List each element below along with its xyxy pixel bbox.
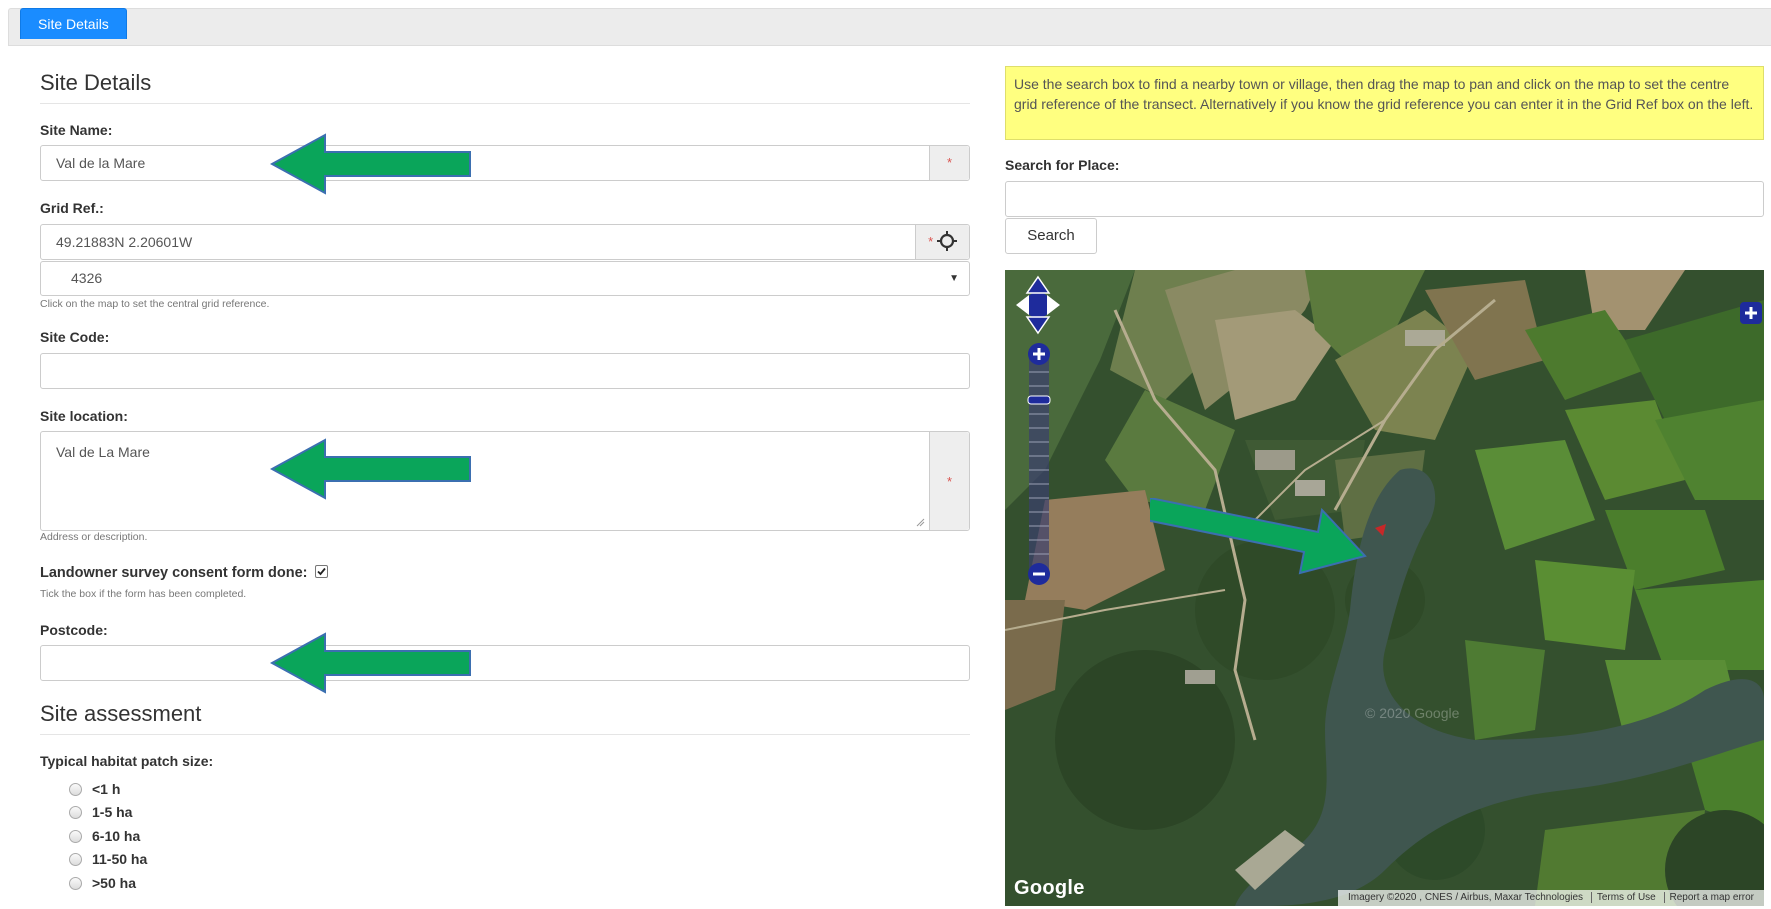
- consent-row: Landowner survey consent form done:: [40, 565, 328, 581]
- radio-button[interactable]: [69, 853, 82, 866]
- zoom-in-icon[interactable]: [1027, 342, 1051, 366]
- consent-help: Tick the box if the form has been comple…: [40, 588, 247, 600]
- zoom-slider[interactable]: [1027, 342, 1051, 585]
- map-attribution: Imagery ©2020 , CNES / Airbus, Maxar Tec…: [1337, 890, 1764, 906]
- section-header-site-assessment: Site assessment: [40, 691, 970, 735]
- zoom-bar: [1027, 354, 1051, 576]
- search-input[interactable]: [1005, 181, 1764, 217]
- map-imagery: © 2020 Google: [1005, 270, 1764, 906]
- site-name-label: Site Name:: [40, 122, 113, 138]
- radio-label: 1-5 ha: [92, 804, 133, 820]
- instructions-notice: Use the search box to find a nearby town…: [1005, 66, 1764, 140]
- radio-option[interactable]: 6-10 ha: [69, 828, 140, 844]
- postcode-label: Postcode:: [40, 622, 108, 638]
- imagery-credit: Imagery ©2020 , CNES / Airbus, Maxar Tec…: [1347, 892, 1584, 903]
- grid-system-value: 4326: [71, 270, 103, 286]
- checkmark-icon: [316, 567, 326, 576]
- site-location-textarea[interactable]: Val de La Mare *: [40, 431, 970, 531]
- satellite-map[interactable]: © 2020 Google Google Imagery ©2020 , CNE…: [1005, 270, 1764, 906]
- site-location-label: Site location:: [40, 408, 128, 424]
- section-divider: [40, 734, 970, 735]
- site-code-input[interactable]: [40, 353, 970, 389]
- section-title: Site Details: [40, 70, 152, 95]
- radio-label: 11-50 ha: [92, 851, 148, 867]
- report-error-link[interactable]: Report a map error: [1663, 892, 1759, 903]
- annotation-arrow: [1150, 498, 1367, 575]
- consent-label: Landowner survey consent form done:: [40, 565, 308, 581]
- annotation-arrow: [270, 133, 471, 195]
- resize-handle-icon[interactable]: [915, 517, 925, 527]
- pan-arrows-icon[interactable]: [1013, 275, 1063, 335]
- radio-option[interactable]: <1 h: [69, 781, 120, 797]
- annotation-arrow: [270, 438, 471, 500]
- radio-label: <1 h: [92, 781, 121, 797]
- radio-button[interactable]: [69, 783, 82, 796]
- required-marker: *: [929, 432, 969, 530]
- radio-label: 6-10 ha: [92, 828, 141, 844]
- radio-button[interactable]: [69, 806, 82, 819]
- search-label: Search for Place:: [1005, 157, 1120, 173]
- radio-option[interactable]: >50 ha: [69, 875, 136, 891]
- required-marker: *: [928, 234, 934, 249]
- section-title: Site assessment: [40, 701, 202, 726]
- grid-system-select[interactable]: 4326 ▼: [40, 261, 970, 296]
- site-code-label: Site Code:: [40, 329, 110, 345]
- google-logo: Google: [1014, 877, 1085, 899]
- grid-ref-label: Grid Ref.:: [40, 200, 104, 216]
- tab-bar: [8, 8, 1771, 46]
- grid-ref-input[interactable]: 49.21883N 2.20601W *: [40, 224, 970, 260]
- tab-site-details[interactable]: Site Details: [20, 8, 127, 39]
- chevron-down-icon: ▼: [949, 273, 959, 284]
- grid-ref-addon: *: [915, 225, 969, 259]
- map-watermark: © 2020 Google: [1365, 705, 1460, 721]
- required-marker: *: [929, 146, 969, 180]
- consent-checkbox[interactable]: [314, 565, 328, 578]
- radio-option[interactable]: 11-50 ha: [69, 851, 147, 867]
- section-divider: [40, 103, 970, 104]
- zoom-out-icon[interactable]: [1027, 562, 1051, 586]
- terms-link[interactable]: Terms of Use: [1590, 892, 1661, 903]
- layer-switcher-icon[interactable]: [1740, 302, 1762, 324]
- site-location-help: Address or description.: [40, 531, 148, 543]
- patch-size-label: Typical habitat patch size:: [40, 753, 214, 769]
- crosshair-icon[interactable]: [936, 231, 957, 251]
- grid-ref-value: 49.21883N 2.20601W: [56, 234, 193, 250]
- site-location-value: Val de La Mare: [56, 444, 150, 460]
- annotation-arrow: [270, 632, 471, 694]
- search-button[interactable]: Search: [1005, 218, 1097, 254]
- postcode-input[interactable]: [40, 645, 970, 681]
- radio-option[interactable]: 1-5 ha: [69, 804, 132, 820]
- grid-ref-help: Click on the map to set the central grid…: [40, 298, 270, 310]
- section-header-site-details: Site Details: [40, 60, 970, 104]
- radio-label: >50 ha: [92, 875, 136, 891]
- radio-button[interactable]: [69, 877, 82, 890]
- site-name-input[interactable]: Val de la Mare *: [40, 145, 970, 181]
- site-name-value: Val de la Mare: [56, 155, 146, 171]
- radio-button[interactable]: [69, 830, 82, 843]
